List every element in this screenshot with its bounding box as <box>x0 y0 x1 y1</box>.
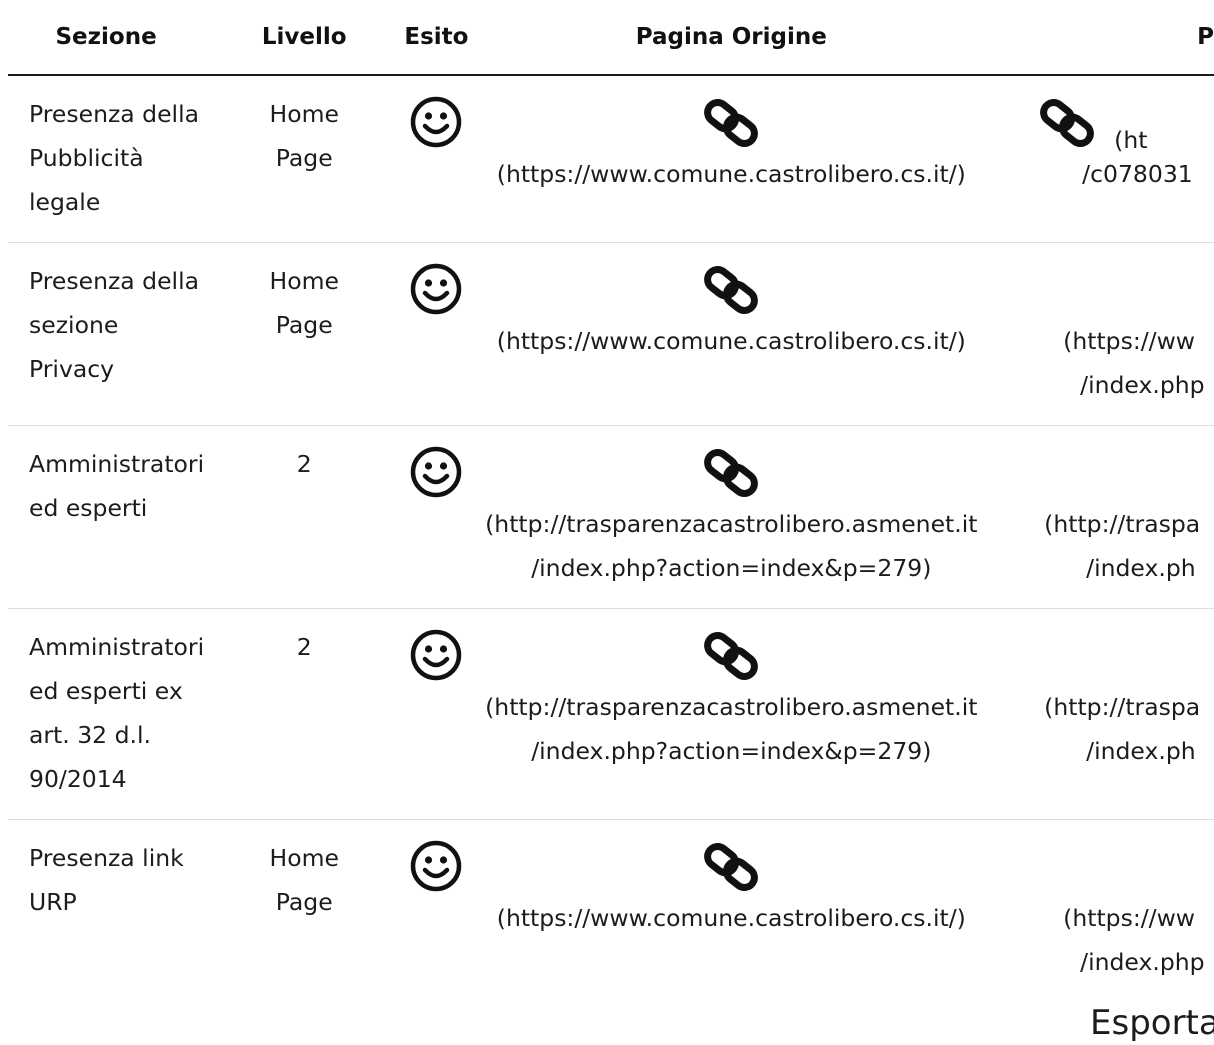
origin-url-text[interactable]: (http://trasparenzacastrolibero.asmenet.… <box>468 685 994 729</box>
cell-livello: Home Page <box>204 820 404 1003</box>
cell-livello: Home Page <box>204 242 405 426</box>
cell-pagina-destinazione: (http://traspa/index.ph <box>994 425 1214 609</box>
smiley-icon <box>410 629 462 687</box>
livello-line: Home <box>269 844 339 872</box>
destination-url-text[interactable]: /index.ph <box>994 546 1214 590</box>
link-icon[interactable] <box>468 446 994 502</box>
link-icon[interactable] <box>468 840 994 896</box>
destination-url-text[interactable]: /index.ph <box>994 729 1214 773</box>
header-pagina-destinazione: P <box>994 0 1214 76</box>
destination-url-text[interactable]: /index.php <box>994 363 1214 407</box>
livello-line: Page <box>275 311 333 339</box>
livello-line: 2 <box>296 450 312 478</box>
header-livello: Livello <box>204 0 405 76</box>
destination-url-text[interactable]: (https://ww <box>994 319 1214 363</box>
sezione-line: art. 32 d.l. <box>29 721 151 749</box>
sezione-line: Presenza link <box>29 844 184 872</box>
sezione-line: Pubblicità <box>29 144 144 172</box>
table-row: Presenza della sezione Privacy Home Page (htt… <box>8 242 1214 426</box>
livello-line: 2 <box>296 633 312 661</box>
destination-link-spacer <box>994 840 1214 896</box>
cell-pagina-destinazione: (ht/c078031 <box>994 75 1214 243</box>
sezione-line: Presenza della <box>29 267 199 295</box>
link-icon[interactable] <box>468 96 994 152</box>
destination-link-spacer <box>994 263 1214 319</box>
livello-line: Home <box>269 100 339 128</box>
sezione-line: ed esperti <box>29 494 148 522</box>
cell-livello: 2 <box>204 608 405 820</box>
cell-esito <box>404 242 469 426</box>
cell-sezione: Amministratori ed esperti ex art. 32 d.l. 9… <box>8 608 205 820</box>
origin-url-text[interactable]: (https://www.comune.castrolibero.cs.it/) <box>468 152 994 196</box>
cell-livello: 2 <box>204 425 405 609</box>
cell-pagina-origine: (https://www.comune.castrolibero.cs.it/) <box>468 75 995 243</box>
cell-esito <box>404 608 469 820</box>
sezione-line: legale <box>29 188 101 216</box>
export-label[interactable]: Esporta <box>1090 1003 1214 1043</box>
cell-pagina-origine: (http://trasparenzacastrolibero.asmenet.… <box>468 425 995 609</box>
smiley-icon <box>410 446 462 504</box>
origin-url-text[interactable]: (http://trasparenzacastrolibero.asmenet.… <box>468 502 994 546</box>
cell-sezione: Presenza della sezione Privacy <box>8 242 205 426</box>
sezione-line: URP <box>29 888 77 916</box>
sezione-line: Amministratori <box>29 450 205 478</box>
destination-link-spacer <box>994 629 1214 685</box>
cell-pagina-origine: (https://www.comune.castrolibero.cs.it/) <box>468 242 995 426</box>
sezione-line: sezione <box>29 311 119 339</box>
header-pagina-origine: Pagina Origine <box>468 0 995 76</box>
table-row: Presenza della Pubblicità legale Home Page (h… <box>8 75 1214 243</box>
destination-url-text[interactable]: /c078031 <box>994 152 1214 196</box>
sezione-line: 90/2014 <box>29 765 127 793</box>
origin-url-text[interactable]: (https://www.comune.castrolibero.cs.it/) <box>468 319 994 363</box>
cell-sezione: Presenza link URP <box>8 820 204 1003</box>
livello-line: Page <box>275 144 333 172</box>
destination-link-spacer <box>994 446 1214 502</box>
table-row: Amministratori ed esperti 2 (http://traspar… <box>8 425 1214 609</box>
smiley-icon <box>410 840 462 898</box>
origin-url-text[interactable]: /index.php?action=index&p=279) <box>468 729 994 773</box>
results-table: Sezione Livello Esito Pagina Origine P P… <box>8 0 1214 1002</box>
cell-pagina-destinazione: (https://ww/index.php <box>994 820 1214 1003</box>
origin-url-text[interactable]: /index.php?action=index&p=279) <box>468 546 994 590</box>
cell-esito <box>404 425 469 609</box>
destination-url-text[interactable]: (https://ww <box>994 896 1214 940</box>
destination-url-text[interactable]: (http://traspa <box>994 685 1214 729</box>
table-row: Presenza link URP Home Page (https://www.com… <box>8 820 1214 1003</box>
destination-url-text[interactable]: /index.php <box>994 940 1214 984</box>
origin-url-text[interactable]: (https://www.comune.castrolibero.cs.it/) <box>468 896 994 940</box>
destination-url-text[interactable]: (http://traspa <box>994 502 1214 546</box>
cell-pagina-destinazione: (http://traspa/index.ph <box>994 608 1214 820</box>
link-icon[interactable] <box>468 263 994 319</box>
sezione-line: Privacy <box>29 355 115 383</box>
cell-pagina-origine: (http://trasparenzacastrolibero.asmenet.… <box>468 608 995 820</box>
sezione-line: Amministratori <box>29 633 205 661</box>
cell-pagina-destinazione: (https://ww/index.php <box>994 242 1214 426</box>
sezione-line: Presenza della <box>29 100 199 128</box>
smiley-icon <box>410 96 462 154</box>
cell-esito <box>404 820 468 1003</box>
link-icon[interactable] <box>468 629 994 685</box>
smiley-icon <box>410 263 462 321</box>
cell-esito <box>404 75 469 243</box>
cell-sezione: Presenza della Pubblicità legale <box>8 75 205 243</box>
cell-sezione: Amministratori ed esperti <box>8 425 205 609</box>
sezione-line: ed esperti ex <box>29 677 183 705</box>
table-header-row: Sezione Livello Esito Pagina Origine P <box>8 0 1214 76</box>
livello-line: Home <box>269 267 339 295</box>
header-esito: Esito <box>404 0 469 76</box>
cell-pagina-origine: (https://www.comune.castrolibero.cs.it/) <box>468 820 994 1003</box>
table-row: Amministratori ed esperti ex art. 32 d.l. 9… <box>8 608 1214 820</box>
livello-line: Page <box>275 888 333 916</box>
header-sezione: Sezione <box>8 0 205 76</box>
cell-livello: Home Page <box>204 75 405 243</box>
